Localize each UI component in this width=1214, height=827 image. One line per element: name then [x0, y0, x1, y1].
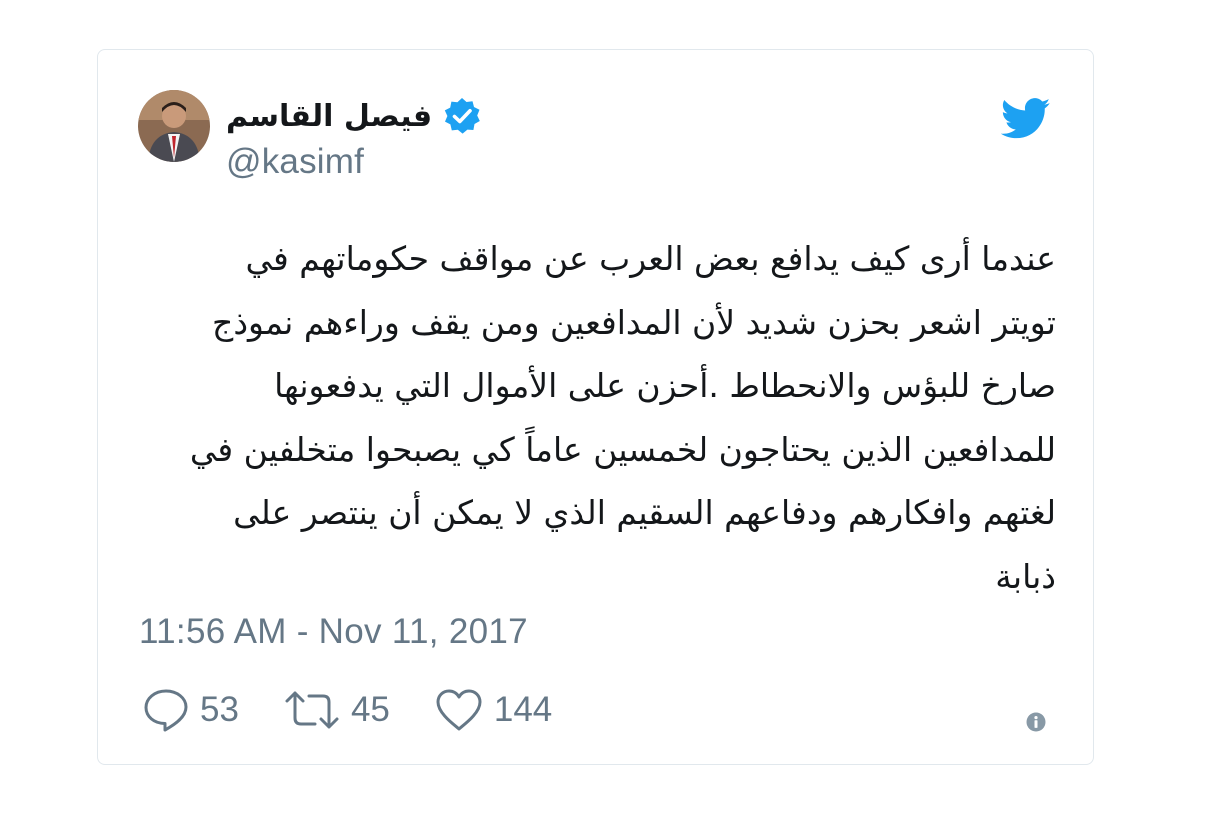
- retweet-icon: [283, 690, 341, 730]
- tweet-text: عندما أرى كيف يدافع بعض العرب عن مواقف ح…: [158, 227, 1056, 608]
- retweet-button[interactable]: 45: [283, 690, 390, 730]
- like-button[interactable]: 144: [434, 688, 552, 732]
- reply-count: 53: [200, 690, 239, 729]
- verified-badge-icon: [442, 96, 482, 136]
- twitter-bird-icon[interactable]: [1000, 98, 1051, 140]
- avatar[interactable]: [138, 90, 210, 162]
- display-name[interactable]: فيصل القاسم: [226, 99, 432, 134]
- like-count: 144: [493, 690, 553, 729]
- handle[interactable]: @kasimf: [226, 142, 482, 182]
- heart-icon: [434, 688, 484, 732]
- tweet-line: عندما أرى كيف يدافع بعض العرب عن مواقف ح…: [245, 239, 1056, 278]
- author-names: فيصل القاسم @kasimf: [226, 96, 482, 182]
- tweet-card: فيصل القاسم @kasimf عندما أرى كيف يدافع …: [97, 49, 1094, 765]
- info-icon[interactable]: [1026, 712, 1046, 732]
- name-row: فيصل القاسم: [226, 96, 482, 136]
- tweet-timestamp[interactable]: 11:56 AM - Nov 11, 2017: [139, 612, 528, 652]
- retweet-count: 45: [350, 690, 390, 729]
- tweet-line: لغتهم وافكارهم ودفاعهم السقيم الذي لا يم…: [233, 493, 1056, 532]
- tweet-line: تويتر اشعر بحزن شديد لأن المدافعين ومن ي…: [212, 302, 1056, 342]
- tweet-author[interactable]: فيصل القاسم @kasimf: [138, 90, 482, 190]
- tweet-actions: 53 45 144: [142, 685, 596, 735]
- tweet-line: ذبابة: [995, 556, 1056, 596]
- reply-button[interactable]: 53: [142, 687, 239, 733]
- reply-icon: [142, 687, 190, 733]
- tweet-line: للمدافعين الذين يحتاجون لخمسين عاماً كي …: [189, 429, 1056, 469]
- tweet-line: صارخ للبؤس والانحطاط .أحزن على الأموال ا…: [274, 366, 1056, 405]
